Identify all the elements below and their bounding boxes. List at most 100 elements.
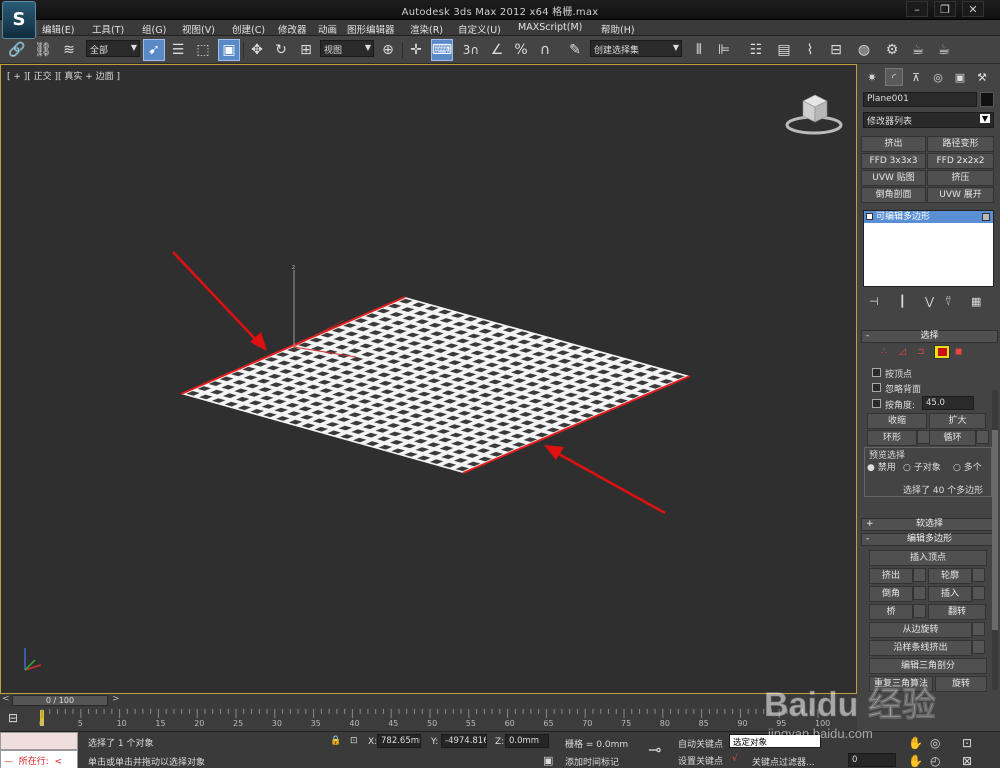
next-frame-icon[interactable]: > — [112, 694, 120, 704]
by-vertex-checkbox[interactable] — [872, 368, 881, 377]
bridge-settings-icon[interactable] — [913, 604, 926, 618]
zoom-extents-icon[interactable]: ⊡ — [962, 736, 972, 750]
utilities-tab-icon[interactable]: ⚒ — [973, 68, 991, 86]
rectangle-selection-icon[interactable]: ⬚ — [192, 39, 214, 61]
lock-selection-icon[interactable]: 🔒 — [330, 736, 341, 746]
menu-animation[interactable]: 动画 — [318, 22, 337, 36]
absolute-mode-icon[interactable]: ⊡ — [350, 736, 358, 746]
unlink-icon[interactable]: ⛓ — [32, 39, 54, 61]
selection-filter-dropdown[interactable]: 全部 ▼ — [86, 40, 140, 57]
grow-button[interactable]: 扩大 — [929, 413, 986, 429]
menu-customize[interactable]: 自定义(U) — [458, 22, 501, 36]
pan-icon[interactable]: ✋ — [908, 754, 923, 768]
edit-polygons-rollout-header[interactable]: - 编辑多边形 — [861, 533, 998, 546]
extrude-button[interactable]: 挤出 — [869, 568, 913, 584]
app-logo-button[interactable]: S — [2, 1, 36, 39]
key-filters-button[interactable]: 关键点过滤器... — [752, 755, 815, 768]
auto-key-button[interactable]: 自动关键点 — [678, 737, 723, 750]
window-crossing-icon[interactable]: ▣ — [218, 39, 240, 61]
menu-modifiers[interactable]: 修改器 — [278, 22, 307, 36]
outline-button[interactable]: 轮廓 — [928, 568, 972, 584]
vertex-mode-icon[interactable]: ∴ — [881, 347, 887, 357]
maxscript-listener-output[interactable]: — 所在行: < — [0, 750, 78, 768]
loop-button[interactable]: 循环 — [929, 430, 976, 446]
select-by-name-icon[interactable]: ☰ — [167, 39, 189, 61]
current-frame-field[interactable]: 0 — [848, 753, 896, 767]
menu-group[interactable]: 组(G) — [142, 22, 166, 36]
modifier-stack[interactable]: 可编辑多边形 — [863, 210, 994, 287]
preview-multi-radio[interactable]: ○ 多个 — [953, 460, 982, 473]
x-coord-field[interactable]: 782.65mm — [377, 734, 421, 748]
modify-tab-icon[interactable]: ◜ — [885, 68, 903, 86]
remove-modifier-icon[interactable]: ⍢ — [945, 295, 952, 309]
plane-object[interactable] — [180, 296, 691, 474]
shrink-button[interactable]: 收缩 — [867, 413, 927, 429]
motion-tab-icon[interactable]: ◎ — [929, 68, 947, 86]
modifier-list-dropdown[interactable]: 修改器列表 ▼ — [863, 112, 994, 128]
perspective-viewport[interactable]: z [ + ][ 正交 ][ 真实 + 边面 ] — [0, 64, 857, 694]
bevel-button[interactable]: 倒角 — [869, 586, 913, 602]
menu-help[interactable]: 帮助(H) — [601, 22, 635, 36]
key-mode-dropdown[interactable]: 选定对象 — [729, 734, 821, 748]
display-tab-icon[interactable]: ▣ — [951, 68, 969, 86]
edit-named-sets-icon[interactable]: ✎ — [564, 39, 586, 61]
edit-triangulation-button[interactable]: 编辑三角剖分 — [869, 658, 987, 674]
loop-spinner[interactable] — [976, 430, 989, 444]
move-icon[interactable]: ✥ — [246, 39, 268, 61]
outline-settings-icon[interactable] — [972, 568, 985, 582]
object-color-swatch[interactable] — [980, 92, 994, 107]
menu-views[interactable]: 视图(V) — [182, 22, 215, 36]
stack-toggle-icon[interactable] — [982, 213, 990, 221]
element-mode-icon[interactable]: ◼ — [955, 347, 962, 357]
key-filter-icon[interactable]: √ — [732, 754, 738, 764]
spinner-snap-icon[interactable]: ∩ — [534, 39, 556, 61]
modifier-button-unwrap-uvw[interactable]: UVW 展开 — [927, 187, 994, 203]
soft-selection-rollout-header[interactable]: + 软选择 — [861, 518, 998, 531]
time-tag-icon[interactable]: ▣ — [543, 754, 553, 767]
inset-button[interactable]: 插入 — [928, 586, 972, 602]
maximize-button[interactable]: ❐ — [934, 1, 956, 17]
z-coord-field[interactable]: 0.0mm — [505, 734, 549, 748]
orbit-icon[interactable]: ◴ — [930, 754, 940, 768]
configure-modifier-sets-icon[interactable]: ▦ — [971, 295, 981, 308]
layer-manager-icon[interactable]: ☷ — [745, 39, 767, 61]
menu-create[interactable]: 创建(C) — [232, 22, 265, 36]
by-angle-checkbox[interactable] — [872, 399, 881, 408]
angle-spinner[interactable]: 45.0 — [922, 396, 974, 410]
link-icon[interactable]: 🔗 — [6, 39, 28, 61]
select-object-icon[interactable]: ➹ — [143, 39, 165, 61]
render-setup-icon[interactable]: ⚙ — [881, 39, 903, 61]
track-bar[interactable]: ⊟ 0 5 10 15 20 25 30 35 40 45 50 55 60 65 70 75 80 85 90 95… — [0, 707, 857, 731]
zoom-icon[interactable]: ✋ — [908, 736, 923, 750]
bevel-settings-icon[interactable] — [913, 586, 926, 600]
hinge-from-edge-button[interactable]: 从边旋转 — [869, 622, 972, 638]
create-tab-icon[interactable]: ✷ — [863, 68, 881, 86]
viewport-label[interactable]: [ + ][ 正交 ][ 真实 + 边面 ] — [7, 69, 120, 82]
extrude-spline-settings-icon[interactable] — [972, 640, 985, 654]
modifier-button-ffd3[interactable]: FFD 3x3x3 — [861, 153, 926, 169]
preview-disabled-radio[interactable]: ● 禁用 — [867, 460, 896, 473]
border-mode-icon[interactable]: ⊐ — [917, 347, 925, 357]
set-key-button[interactable]: 设置关键点 — [678, 754, 723, 767]
render-production-icon[interactable]: ☕ — [933, 39, 955, 61]
turn-button[interactable]: 旋转 — [935, 676, 987, 692]
keyboard-shortcut-override-icon[interactable]: ⌨ — [431, 39, 453, 61]
hinge-settings-icon[interactable] — [972, 622, 985, 636]
expand-icon[interactable] — [866, 213, 873, 220]
panel-scrollbar[interactable] — [992, 390, 998, 690]
schematic-view-icon[interactable]: ⊟ — [825, 39, 847, 61]
modifier-button-ffd2[interactable]: FFD 2x2x2 — [927, 153, 994, 169]
retriangulate-button[interactable]: 重复三角算法 — [869, 676, 933, 692]
reference-coord-dropdown[interactable]: 视图 ▼ — [320, 40, 374, 57]
menu-edit[interactable]: 编辑(E) — [42, 22, 74, 36]
selection-rollout-header[interactable]: - 选择 — [861, 330, 998, 343]
pin-stack-icon[interactable]: ⊣ — [869, 295, 879, 308]
pivot-center-icon[interactable]: ⊕ — [377, 39, 399, 61]
stack-item-editable-poly[interactable]: 可编辑多边形 — [864, 211, 993, 223]
polygon-mode-icon[interactable] — [934, 345, 950, 359]
modifier-button-path-deform[interactable]: 路径变形 — [927, 136, 994, 152]
viewport-canvas[interactable]: z — [1, 65, 858, 695]
modifier-button-squeeze[interactable]: 挤压 — [927, 170, 994, 186]
set-key-icon[interactable]: ⊸ — [648, 740, 661, 759]
insert-vertex-button[interactable]: 插入顶点 — [869, 550, 987, 566]
